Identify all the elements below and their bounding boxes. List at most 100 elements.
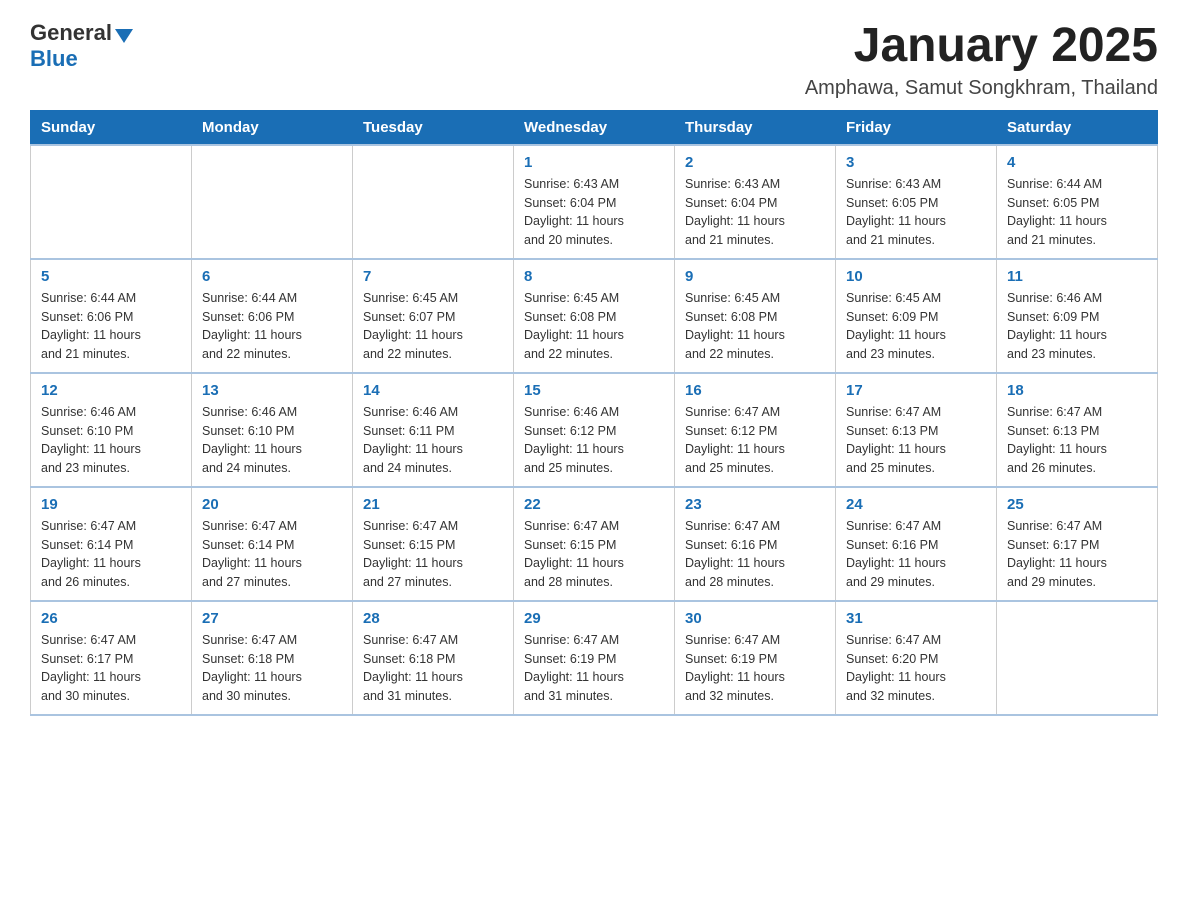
day-number: 31 — [846, 610, 986, 627]
calendar-cell: 14Sunrise: 6:46 AMSunset: 6:11 PMDayligh… — [353, 373, 514, 487]
day-info: Sunrise: 6:47 AMSunset: 6:20 PMDaylight:… — [846, 631, 986, 706]
calendar-cell — [31, 145, 192, 259]
day-number: 24 — [846, 496, 986, 513]
day-number: 8 — [524, 268, 664, 285]
calendar-cell: 19Sunrise: 6:47 AMSunset: 6:14 PMDayligh… — [31, 487, 192, 601]
calendar-cell: 16Sunrise: 6:47 AMSunset: 6:12 PMDayligh… — [675, 373, 836, 487]
calendar-cell: 20 Sunrise: 6:47 AMSunset: 6:14 PMDayligh… — [192, 487, 353, 601]
calendar-cell: 17Sunrise: 6:47 AMSunset: 6:13 PMDayligh… — [836, 373, 997, 487]
day-number: 29 — [524, 610, 664, 627]
calendar-week-row: 5Sunrise: 6:44 AMSunset: 6:06 PMDaylight… — [31, 259, 1158, 373]
calendar-cell — [997, 601, 1158, 715]
day-number: 12 — [41, 382, 181, 399]
title-block: January 2025 Amphawa, Samut Songkhram, T… — [805, 20, 1158, 100]
weekday-header-thursday: Thursday — [675, 110, 836, 145]
weekday-header-sunday: Sunday — [31, 110, 192, 145]
day-number: 9 — [685, 268, 825, 285]
day-info: Sunrise: 6:47 AMSunset: 6:17 PMDaylight:… — [41, 631, 181, 706]
weekday-header-row: SundayMondayTuesdayWednesdayThursdayFrid… — [31, 110, 1158, 145]
calendar-week-row: 19Sunrise: 6:47 AMSunset: 6:14 PMDayligh… — [31, 487, 1158, 601]
day-info: Sunrise: 6:47 AMSunset: 6:18 PMDaylight:… — [202, 631, 342, 706]
calendar-cell: 4 Sunrise: 6:44 AMSunset: 6:05 PMDaylight… — [997, 145, 1158, 259]
calendar-cell: 2 Sunrise: 6:43 AMSunset: 6:04 PMDaylight… — [675, 145, 836, 259]
calendar-cell: 12 Sunrise: 6:46 AMSunset: 6:10 PMDayligh… — [31, 373, 192, 487]
day-info: Sunrise: 6:47 AMSunset: 6:16 PMDaylight:… — [685, 517, 825, 592]
calendar-week-row: 12 Sunrise: 6:46 AMSunset: 6:10 PMDayligh… — [31, 373, 1158, 487]
day-number: 6 — [202, 268, 342, 285]
calendar-cell: 27 Sunrise: 6:47 AMSunset: 6:18 PMDayligh… — [192, 601, 353, 715]
calendar-week-row: 1 Sunrise: 6:43 AMSunset: 6:04 PMDaylight… — [31, 145, 1158, 259]
day-number: 25 — [1007, 496, 1147, 513]
day-info: Sunrise: 6:46 AMSunset: 6:12 PMDaylight:… — [524, 403, 664, 478]
day-number: 23 — [685, 496, 825, 513]
day-info: Sunrise: 6:46 AMSunset: 6:10 PMDaylight:… — [202, 403, 342, 478]
calendar-cell: 22 Sunrise: 6:47 AMSunset: 6:15 PMDayligh… — [514, 487, 675, 601]
calendar-cell: 9 Sunrise: 6:45 AMSunset: 6:08 PMDaylight… — [675, 259, 836, 373]
calendar-cell: 26 Sunrise: 6:47 AMSunset: 6:17 PMDayligh… — [31, 601, 192, 715]
day-number: 2 — [685, 154, 825, 171]
day-number: 21 — [363, 496, 503, 513]
day-info: Sunrise: 6:45 AMSunset: 6:09 PMDaylight:… — [846, 289, 986, 364]
calendar-cell: 11 Sunrise: 6:46 AMSunset: 6:09 PMDayligh… — [997, 259, 1158, 373]
calendar-cell: 13 Sunrise: 6:46 AMSunset: 6:10 PMDayligh… — [192, 373, 353, 487]
day-number: 4 — [1007, 154, 1147, 171]
day-info: Sunrise: 6:47 AMSunset: 6:17 PMDaylight:… — [1007, 517, 1147, 592]
day-number: 18 — [1007, 382, 1147, 399]
calendar-cell: 25 Sunrise: 6:47 AMSunset: 6:17 PMDayligh… — [997, 487, 1158, 601]
day-info: Sunrise: 6:43 AMSunset: 6:05 PMDaylight:… — [846, 175, 986, 250]
day-number: 30 — [685, 610, 825, 627]
calendar-cell: 23 Sunrise: 6:47 AMSunset: 6:16 PMDayligh… — [675, 487, 836, 601]
day-number: 11 — [1007, 268, 1147, 285]
day-number: 10 — [846, 268, 986, 285]
day-info: Sunrise: 6:47 AMSunset: 6:14 PMDaylight:… — [41, 517, 181, 592]
month-title: January 2025 — [805, 20, 1158, 73]
calendar-cell: 5Sunrise: 6:44 AMSunset: 6:06 PMDaylight… — [31, 259, 192, 373]
calendar-week-row: 26 Sunrise: 6:47 AMSunset: 6:17 PMDayligh… — [31, 601, 1158, 715]
calendar-cell: 3 Sunrise: 6:43 AMSunset: 6:05 PMDaylight… — [836, 145, 997, 259]
day-info: Sunrise: 6:46 AMSunset: 6:09 PMDaylight:… — [1007, 289, 1147, 364]
day-info: Sunrise: 6:43 AMSunset: 6:04 PMDaylight:… — [685, 175, 825, 250]
calendar-cell: 8Sunrise: 6:45 AMSunset: 6:08 PMDaylight… — [514, 259, 675, 373]
calendar-cell: 10 Sunrise: 6:45 AMSunset: 6:09 PMDayligh… — [836, 259, 997, 373]
weekday-header-tuesday: Tuesday — [353, 110, 514, 145]
calendar-cell: 18 Sunrise: 6:47 AMSunset: 6:13 PMDayligh… — [997, 373, 1158, 487]
weekday-header-friday: Friday — [836, 110, 997, 145]
day-number: 13 — [202, 382, 342, 399]
day-info: Sunrise: 6:47 AMSunset: 6:19 PMDaylight:… — [524, 631, 664, 706]
calendar-cell: 21 Sunrise: 6:47 AMSunset: 6:15 PMDayligh… — [353, 487, 514, 601]
day-number: 20 — [202, 496, 342, 513]
day-info: Sunrise: 6:45 AMSunset: 6:08 PMDaylight:… — [685, 289, 825, 364]
calendar-cell: 30 Sunrise: 6:47 AMSunset: 6:19 PMDayligh… — [675, 601, 836, 715]
logo: General Blue — [30, 20, 133, 72]
day-number: 17 — [846, 382, 986, 399]
calendar-cell: 1 Sunrise: 6:43 AMSunset: 6:04 PMDaylight… — [514, 145, 675, 259]
day-number: 15 — [524, 382, 664, 399]
calendar-cell: 28Sunrise: 6:47 AMSunset: 6:18 PMDayligh… — [353, 601, 514, 715]
day-number: 26 — [41, 610, 181, 627]
day-info: Sunrise: 6:47 AMSunset: 6:19 PMDaylight:… — [685, 631, 825, 706]
calendar-cell — [353, 145, 514, 259]
day-info: Sunrise: 6:47 AMSunset: 6:15 PMDaylight:… — [363, 517, 503, 592]
day-number: 3 — [846, 154, 986, 171]
day-info: Sunrise: 6:47 AMSunset: 6:16 PMDaylight:… — [846, 517, 986, 592]
page-header: General Blue January 2025 Amphawa, Samut… — [30, 20, 1158, 100]
day-info: Sunrise: 6:43 AMSunset: 6:04 PMDaylight:… — [524, 175, 664, 250]
calendar-table: SundayMondayTuesdayWednesdayThursdayFrid… — [30, 110, 1158, 716]
day-info: Sunrise: 6:47 AMSunset: 6:13 PMDaylight:… — [1007, 403, 1147, 478]
day-info: Sunrise: 6:46 AMSunset: 6:10 PMDaylight:… — [41, 403, 181, 478]
day-info: Sunrise: 6:44 AMSunset: 6:06 PMDaylight:… — [41, 289, 181, 364]
calendar-cell: 31 Sunrise: 6:47 AMSunset: 6:20 PMDayligh… — [836, 601, 997, 715]
day-info: Sunrise: 6:47 AMSunset: 6:15 PMDaylight:… — [524, 517, 664, 592]
day-number: 27 — [202, 610, 342, 627]
calendar-cell: 6Sunrise: 6:44 AMSunset: 6:06 PMDaylight… — [192, 259, 353, 373]
logo-general: General — [30, 20, 112, 46]
day-info: Sunrise: 6:44 AMSunset: 6:05 PMDaylight:… — [1007, 175, 1147, 250]
day-number: 16 — [685, 382, 825, 399]
day-number: 1 — [524, 154, 664, 171]
day-info: Sunrise: 6:47 AMSunset: 6:14 PMDaylight:… — [202, 517, 342, 592]
day-info: Sunrise: 6:46 AMSunset: 6:11 PMDaylight:… — [363, 403, 503, 478]
calendar-cell: 24 Sunrise: 6:47 AMSunset: 6:16 PMDayligh… — [836, 487, 997, 601]
calendar-cell: 29 Sunrise: 6:47 AMSunset: 6:19 PMDayligh… — [514, 601, 675, 715]
day-number: 22 — [524, 496, 664, 513]
day-number: 7 — [363, 268, 503, 285]
